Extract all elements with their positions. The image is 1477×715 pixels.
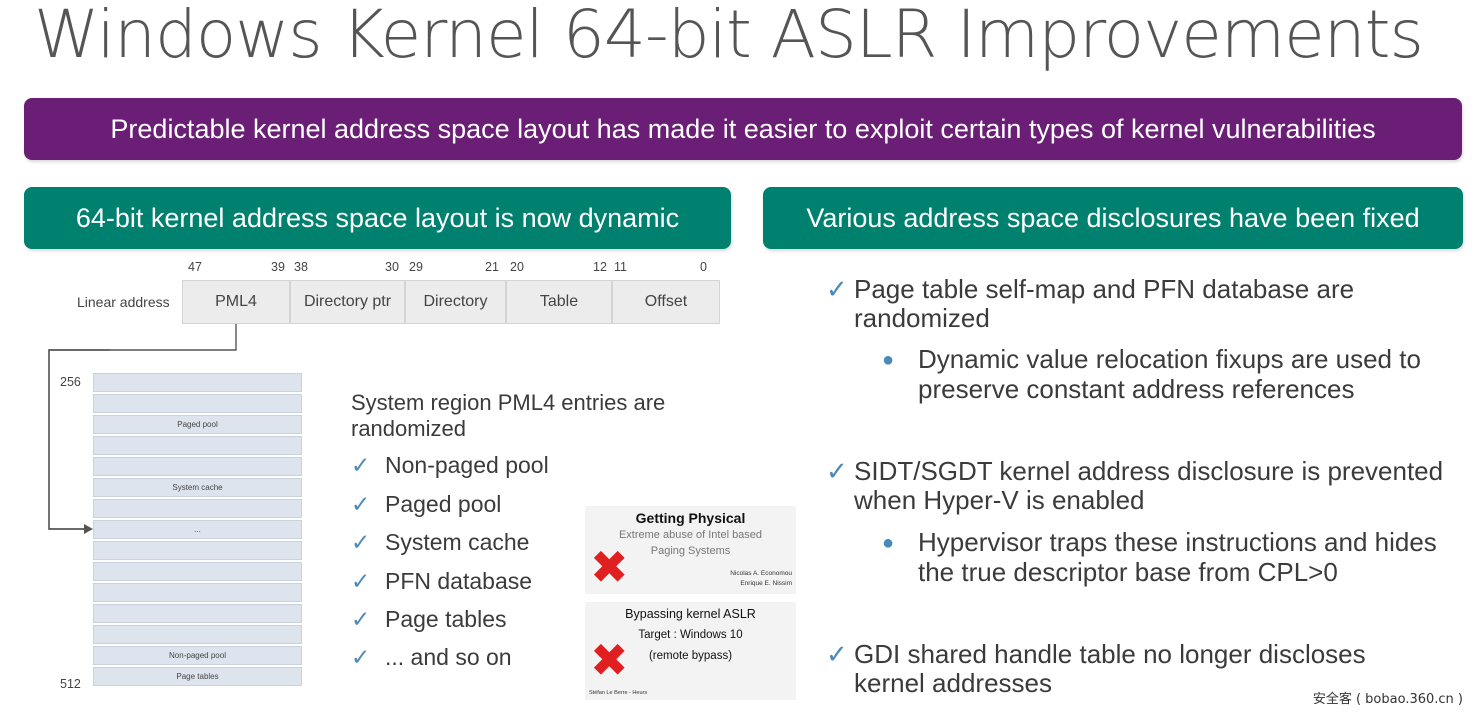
field-directory: Directory <box>405 280 506 324</box>
pml4-row <box>93 604 302 623</box>
sub-item-line: Hypervisor traps these instructions and … <box>918 527 1437 557</box>
left-heading-banner: 64-bit kernel address space layout is no… <box>24 187 731 249</box>
pml4-row: Paged pool <box>93 415 302 434</box>
bit-number: 38 <box>294 260 308 274</box>
bit-number: 39 <box>271 260 285 274</box>
list-item: ✓ Paged pool <box>351 491 501 518</box>
field-offset: Offset <box>612 280 720 324</box>
pml4-row <box>93 541 302 560</box>
paper-title: Getting Physical <box>635 510 746 526</box>
check-icon: ✓ <box>351 452 371 478</box>
check-icon: ✓ <box>351 491 371 517</box>
item-line: kernel addresses <box>854 668 1052 698</box>
field-directory-ptr: Directory ptr <box>290 280 405 324</box>
list-item-text: Non-paged pool <box>385 452 549 478</box>
bit-number: 29 <box>409 260 423 274</box>
right-list-item-1: ✓ Page table self-map and PFN database ar… <box>826 275 1354 333</box>
list-item-text: ... and so on <box>385 644 512 670</box>
bit-number: 12 <box>593 260 607 274</box>
check-icon: ✓ <box>826 274 848 304</box>
red-x-icon: ✖ <box>590 540 629 594</box>
right-sub-item-2: ● Hypervisor traps these instructions and… <box>882 528 1437 587</box>
item-line: GDI shared handle table no longer disclo… <box>854 639 1366 669</box>
banner-text: Predictable kernel address space layout … <box>110 113 1376 144</box>
pml4-table: Paged pool System cache ... Non-paged po… <box>93 373 302 688</box>
pml4-row: Non-paged pool <box>93 646 302 665</box>
pml4-row <box>93 583 302 602</box>
field-label: PML4 <box>215 293 257 310</box>
list-item-text: System cache <box>385 529 530 555</box>
right-sub-item-1: ● Dynamic value relocation fixups are use… <box>882 345 1421 404</box>
list-item-text: Page tables <box>385 606 507 632</box>
bit-number: 47 <box>188 260 202 274</box>
sub-item-line: Dynamic value relocation fixups are used… <box>918 344 1421 374</box>
list-item-text: PFN database <box>385 568 533 594</box>
item-line: randomized <box>854 303 990 333</box>
field-pml4: PML4 <box>182 280 290 324</box>
field-label: Offset <box>644 293 688 310</box>
list-item-text: Paged pool <box>385 491 502 517</box>
pml4-row <box>93 436 302 455</box>
bit-number: 0 <box>700 260 707 274</box>
sub-item-line: preserve constant address references <box>918 374 1355 404</box>
pml4-row: System cache <box>93 478 302 497</box>
pml4-row <box>93 457 302 476</box>
pml4-row <box>93 373 302 392</box>
pml4-row <box>93 625 302 644</box>
arrow-head-icon <box>84 524 93 534</box>
paper-title: Bypassing kernel ASLR <box>625 607 756 621</box>
linear-address-label: Linear address <box>77 294 170 310</box>
right-heading-text: Various address space disclosures have b… <box>806 202 1420 233</box>
pml4-row <box>93 499 302 518</box>
paper-thumbnail-getting-physical: Getting Physical Extreme abuse of Intel … <box>585 506 796 594</box>
pml4-bottom-label: 512 <box>60 677 81 691</box>
sub-item-line: the true descriptor base from CPL>0 <box>918 557 1338 587</box>
field-label: Directory ptr <box>303 293 392 310</box>
purple-banner: Predictable kernel address space layout … <box>24 98 1462 160</box>
pml4-row: ... <box>93 520 302 539</box>
list-item: ✓ Non-paged pool <box>351 452 549 479</box>
bit-number: 20 <box>510 260 524 274</box>
heading-line: System region PML4 entries are <box>351 390 666 415</box>
right-list-item-2: ✓ SIDT/SGDT kernel address disclosure is … <box>826 457 1443 515</box>
list-item: ✓ Page tables <box>351 606 506 633</box>
field-label: Directory <box>423 293 488 310</box>
field-label: Table <box>539 293 579 310</box>
check-icon: ✓ <box>351 644 371 670</box>
paper-author: Stéfan Le Berre - Heurs <box>589 690 648 696</box>
check-icon: ✓ <box>826 639 848 669</box>
right-list-item-3: ✓ GDI shared handle table no longer discl… <box>826 640 1366 698</box>
slide-title: Windows Kernel 64-bit ASLR Improvements <box>34 0 1424 73</box>
check-icon: ✓ <box>351 568 371 594</box>
item-line: Page table self-map and PFN database are <box>854 274 1355 304</box>
left-heading-text: 64-bit kernel address space layout is no… <box>75 202 680 233</box>
item-line: when Hyper-V is enabled <box>854 485 1145 515</box>
pml4-row: Page tables <box>93 667 302 686</box>
list-item: ✓ PFN database <box>351 568 532 595</box>
heading-line: randomized <box>351 416 466 441</box>
paper-author: Nicolas A. Economou <box>730 570 792 577</box>
pml4-top-label: 256 <box>60 375 81 389</box>
field-table: Table <box>506 280 612 324</box>
bit-number: 21 <box>485 260 499 274</box>
paper-author: Enrique E. Nissim <box>740 580 792 587</box>
paper-thumbnail-bypassing-kaslr: Bypassing kernel ASLR Target : Windows 1… <box>585 602 796 700</box>
red-x-icon: ✖ <box>590 633 629 687</box>
bit-number: 30 <box>385 260 399 274</box>
bullet-dot-icon: ● <box>882 349 895 371</box>
pml4-row <box>93 562 302 581</box>
check-icon: ✓ <box>351 606 371 632</box>
list-item: ✓ System cache <box>351 529 529 556</box>
check-icon: ✓ <box>826 456 848 486</box>
check-icon: ✓ <box>351 529 371 555</box>
middle-list-heading: System region PML4 entries are randomize… <box>351 390 665 442</box>
pml4-row <box>93 394 302 413</box>
bullet-dot-icon: ● <box>882 532 895 554</box>
item-line: SIDT/SGDT kernel address disclosure is p… <box>854 456 1444 486</box>
list-item: ✓ ... and so on <box>351 644 512 671</box>
right-heading-banner: Various address space disclosures have b… <box>763 187 1463 249</box>
bit-number: 11 <box>614 260 627 274</box>
watermark: 安全客 ( bobao.360.cn ) <box>1312 692 1463 707</box>
